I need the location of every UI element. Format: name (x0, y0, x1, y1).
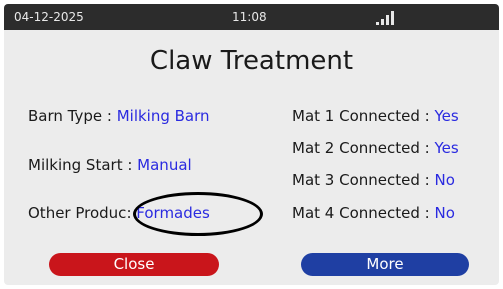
mat-1-row: Mat 1 Connected : Yes (292, 107, 459, 125)
mat-1-value: Yes (434, 107, 459, 125)
barn-type-value: Milking Barn (116, 107, 210, 125)
mat-1-separator: : (419, 107, 435, 125)
mat-2-label: Mat 2 Connected (292, 139, 420, 157)
more-button[interactable]: More (301, 253, 469, 276)
mat-3-row: Mat 3 Connected : No (292, 171, 455, 189)
milking-start-separator: : (122, 156, 138, 174)
status-bar: 04-12-2025 11:08 (4, 4, 499, 30)
status-date: 04-12-2025 (14, 10, 84, 24)
page-title: Claw Treatment (149, 46, 354, 76)
mat-4-value: No (434, 204, 455, 222)
milking-start-value: Manual (137, 156, 192, 174)
mat-3-separator: : (419, 171, 435, 189)
mat-3-label: Mat 3 Connected (292, 171, 420, 189)
close-button[interactable]: Close (49, 253, 219, 276)
mat-1-label: Mat 1 Connected (292, 107, 420, 125)
milking-start-row: Milking Start : Manual (28, 156, 192, 174)
signal-icon (376, 9, 398, 25)
mat-2-separator: : (419, 139, 435, 157)
barn-type-separator: : (102, 107, 117, 125)
highlight-ellipse (133, 192, 263, 236)
mat-2-row: Mat 2 Connected : Yes (292, 139, 459, 157)
mat-4-label: Mat 4 Connected (292, 204, 420, 222)
mat-4-separator: : (419, 204, 435, 222)
milking-start-label: Milking Start (28, 156, 123, 174)
status-time: 11:08 (232, 10, 267, 24)
mat-3-value: No (434, 171, 455, 189)
barn-type-row: Barn Type : Milking Barn (28, 107, 210, 125)
mat-2-value: Yes (434, 139, 459, 157)
device-screen: 04-12-2025 11:08 Claw Treatment Barn Typ… (4, 4, 499, 285)
barn-type-label: Barn Type (28, 107, 103, 125)
other-product-label: Other Produc (28, 204, 127, 222)
mat-4-row: Mat 4 Connected : No (292, 204, 455, 222)
